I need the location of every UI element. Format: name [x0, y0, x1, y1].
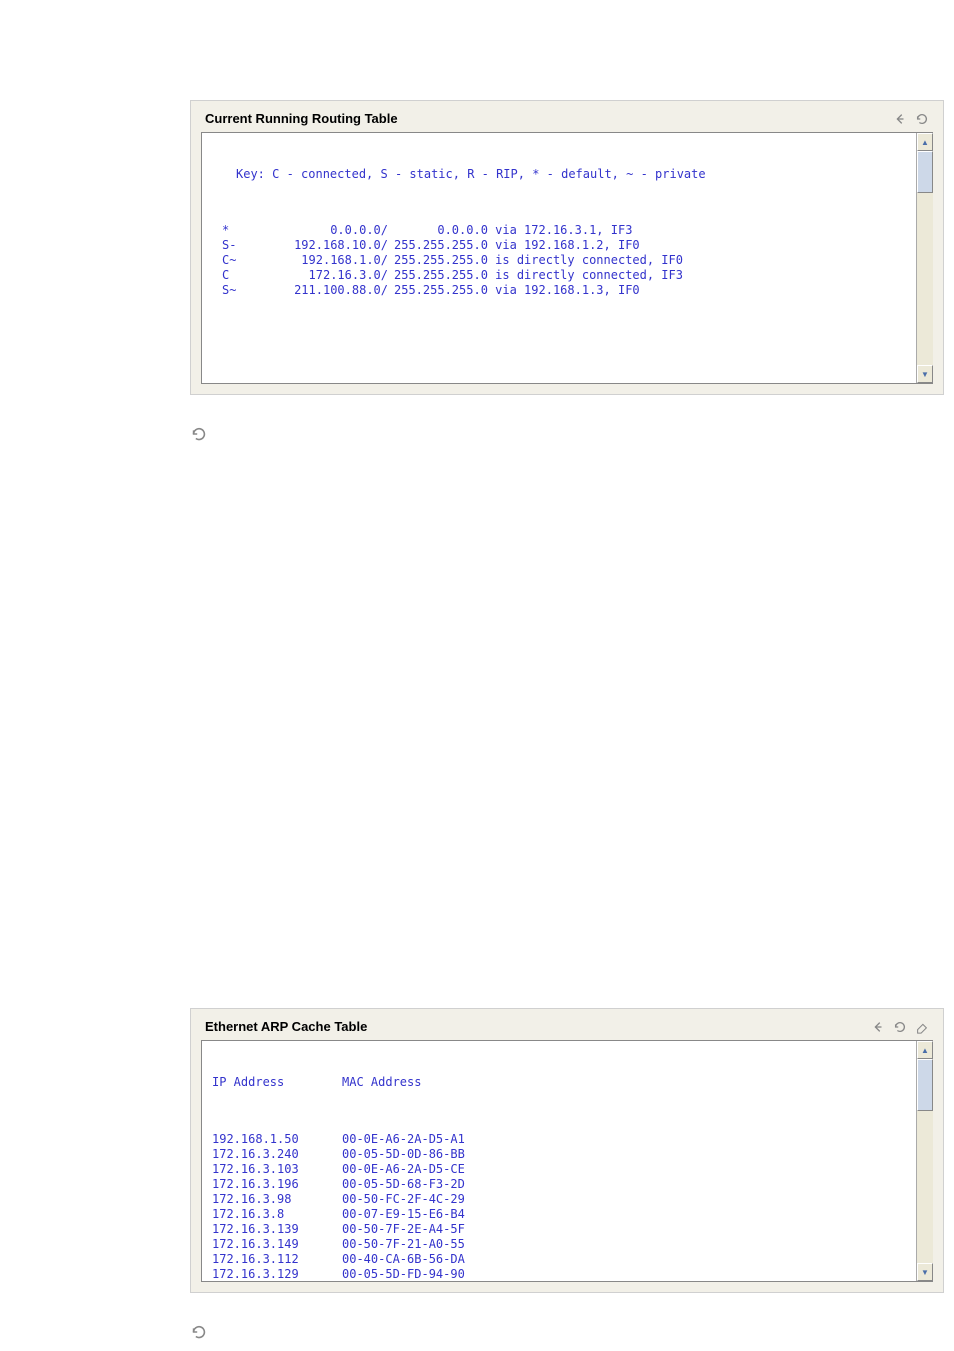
route-info: 255.255.255.0 via 192.168.1.2, IF0 [394, 238, 906, 253]
arp-mac: 00-05-5D-FD-94-90 [342, 1267, 906, 1281]
refresh-icon[interactable] [915, 112, 929, 126]
arp-panel-header: Ethernet ARP Cache Table [191, 1009, 943, 1040]
arp-row: 172.16.3.9800-50-FC-2F-4C-29 [212, 1192, 906, 1207]
arp-mac: 00-05-5D-68-F3-2D [342, 1177, 906, 1192]
arp-row: 172.16.3.19600-05-5D-68-F3-2D [212, 1177, 906, 1192]
route-flag: * [212, 223, 264, 238]
arp-ip: 172.16.3.196 [212, 1177, 342, 1192]
back-icon[interactable] [871, 1020, 885, 1034]
route-flag: C [212, 268, 264, 283]
arp-ip: 172.16.3.149 [212, 1237, 342, 1252]
arp-row: 172.16.3.24000-05-5D-0D-86-BB [212, 1147, 906, 1162]
arp-ip: 172.16.3.98 [212, 1192, 342, 1207]
routing-panel-toolbar [893, 112, 929, 126]
route-destination: 0.0.0.0/ [264, 223, 394, 238]
scroll-thumb[interactable] [917, 1059, 933, 1111]
refresh-icon[interactable] [893, 1020, 907, 1034]
routing-content-wrapper: Key: C - connected, S - static, R - RIP,… [191, 132, 943, 394]
arp-panel-title: Ethernet ARP Cache Table [205, 1019, 367, 1034]
routing-panel-header: Current Running Routing Table [191, 101, 943, 132]
arp-header-mac: MAC Address [342, 1075, 906, 1090]
arp-ip: 172.16.3.129 [212, 1267, 342, 1281]
arp-row: 172.16.3.10300-0E-A6-2A-D5-CE [212, 1162, 906, 1177]
arp-refresh-block [190, 1323, 954, 1346]
scroll-down-arrow[interactable]: ▼ [917, 365, 933, 383]
arp-content: IP Address MAC Address 192.168.1.5000-0E… [201, 1040, 933, 1282]
arp-cache-panel: Ethernet ARP Cache Table IP Address MAC … [190, 1008, 944, 1293]
arp-mac: 00-0E-A6-2A-D5-CE [342, 1162, 906, 1177]
routing-row: *0.0.0.0/ 0.0.0.0 via 172.16.3.1, IF3 [212, 223, 906, 238]
arp-mac: 00-50-FC-2F-4C-29 [342, 1192, 906, 1207]
route-destination: 172.16.3.0/ [264, 268, 394, 283]
arp-header-ip: IP Address [212, 1075, 342, 1090]
arp-ip: 172.16.3.8 [212, 1207, 342, 1222]
scroll-track[interactable] [917, 151, 933, 365]
arp-scrollbar[interactable]: ▲ ▼ [916, 1041, 933, 1281]
routing-content: Key: C - connected, S - static, R - RIP,… [201, 132, 933, 384]
arp-mac: 00-40-CA-6B-56-DA [342, 1252, 906, 1267]
route-flag: S~ [212, 283, 264, 298]
scroll-track[interactable] [917, 1059, 933, 1263]
route-info: 255.255.255.0 is directly connected, IF3 [394, 268, 906, 283]
scroll-thumb[interactable] [917, 151, 933, 193]
arp-content-wrapper: IP Address MAC Address 192.168.1.5000-0E… [191, 1040, 943, 1292]
routing-key-line: Key: C - connected, S - static, R - RIP,… [212, 167, 906, 181]
back-icon[interactable] [893, 112, 907, 126]
route-info: 255.255.255.0 is directly connected, IF0 [394, 253, 906, 268]
eraser-icon[interactable] [915, 1020, 929, 1034]
arp-row: 172.16.3.13900-50-7F-2E-A4-5F [212, 1222, 906, 1237]
arp-mac: 00-0E-A6-2A-D5-A1 [342, 1132, 906, 1147]
arp-ip: 172.16.3.112 [212, 1252, 342, 1267]
scroll-down-arrow[interactable]: ▼ [917, 1263, 933, 1281]
arp-mac: 00-07-E9-15-E6-B4 [342, 1207, 906, 1222]
arp-mac: 00-05-5D-0D-86-BB [342, 1147, 906, 1162]
route-destination: 211.100.88.0/ [264, 283, 394, 298]
routing-scrollbar[interactable]: ▲ ▼ [916, 133, 933, 383]
routing-row: S~211.100.88.0/255.255.255.0 via 192.168… [212, 283, 906, 298]
scroll-up-arrow[interactable]: ▲ [917, 1041, 933, 1059]
arp-row: 172.16.3.14900-50-7F-21-A0-55 [212, 1237, 906, 1252]
arp-row: 192.168.1.5000-0E-A6-2A-D5-A1 [212, 1132, 906, 1147]
routing-refresh-block [190, 425, 954, 448]
arp-row: 172.16.3.12900-05-5D-FD-94-90 [212, 1267, 906, 1281]
route-destination: 192.168.10.0/ [264, 238, 394, 253]
route-info: 255.255.255.0 via 192.168.1.3, IF0 [394, 283, 906, 298]
arp-mac: 00-50-7F-21-A0-55 [342, 1237, 906, 1252]
route-flag: S- [212, 238, 264, 253]
refresh-icon[interactable] [190, 425, 208, 443]
arp-text-area: IP Address MAC Address 192.168.1.5000-0E… [202, 1041, 916, 1281]
arp-mac: 00-50-7F-2E-A4-5F [342, 1222, 906, 1237]
routing-text-area: Key: C - connected, S - static, R - RIP,… [202, 133, 916, 383]
routing-row: C~192.168.1.0/255.255.255.0 is directly … [212, 253, 906, 268]
route-info: 0.0.0.0 via 172.16.3.1, IF3 [394, 223, 906, 238]
refresh-icon[interactable] [190, 1323, 208, 1341]
route-flag: C~ [212, 253, 264, 268]
arp-ip: 172.16.3.103 [212, 1162, 342, 1177]
arp-ip: 192.168.1.50 [212, 1132, 342, 1147]
routing-row: S-192.168.10.0/255.255.255.0 via 192.168… [212, 238, 906, 253]
routing-table-panel: Current Running Routing Table Key: C - c… [190, 100, 944, 395]
arp-row: 172.16.3.800-07-E9-15-E6-B4 [212, 1207, 906, 1222]
scroll-up-arrow[interactable]: ▲ [917, 133, 933, 151]
arp-panel-toolbar [871, 1020, 929, 1034]
arp-header-row: IP Address MAC Address [212, 1075, 906, 1090]
routing-row: C172.16.3.0/255.255.255.0 is directly co… [212, 268, 906, 283]
arp-ip: 172.16.3.139 [212, 1222, 342, 1237]
arp-ip: 172.16.3.240 [212, 1147, 342, 1162]
arp-row: 172.16.3.11200-40-CA-6B-56-DA [212, 1252, 906, 1267]
route-destination: 192.168.1.0/ [264, 253, 394, 268]
routing-panel-title: Current Running Routing Table [205, 111, 398, 126]
